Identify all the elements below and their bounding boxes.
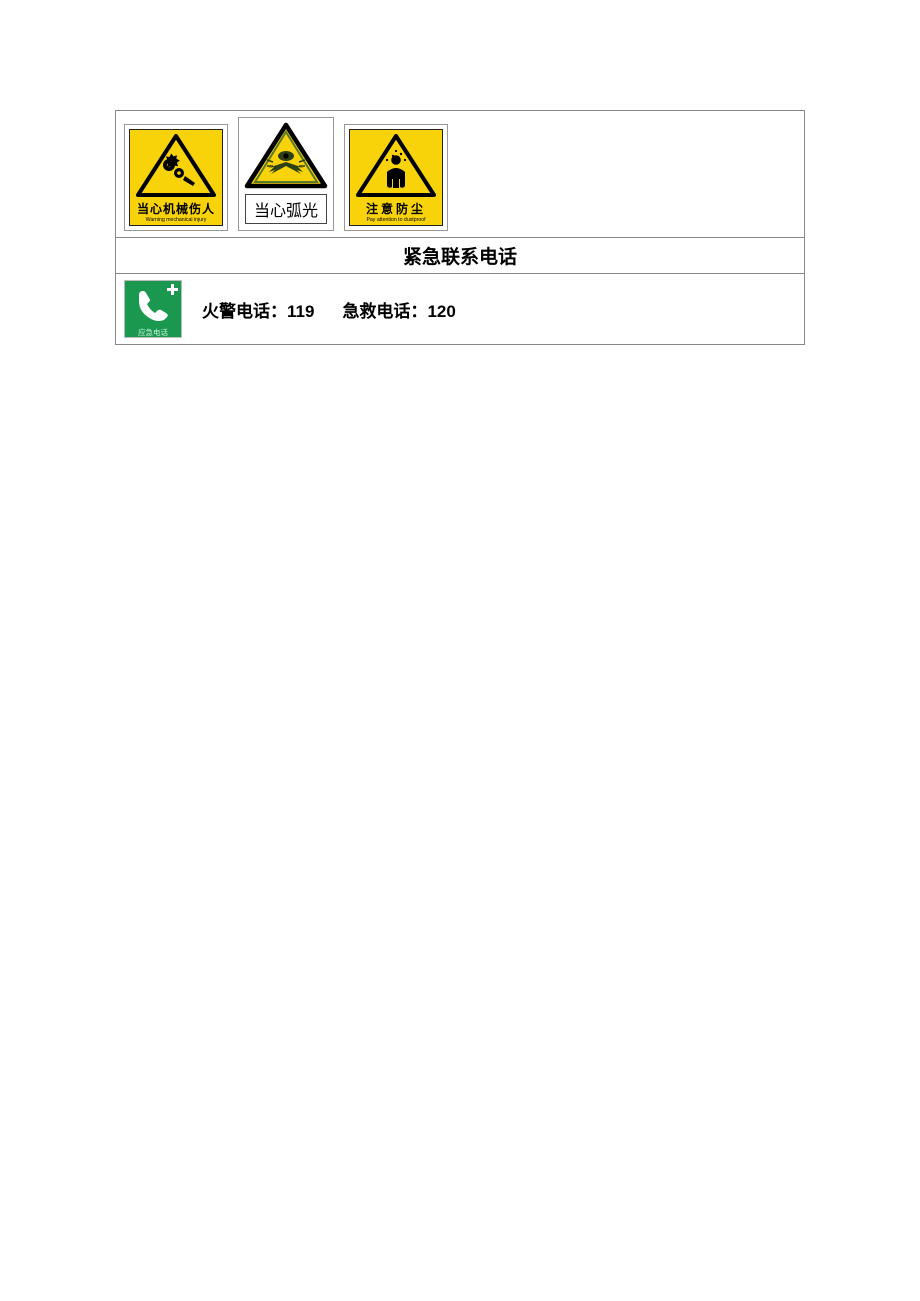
contact-inner: 应急电话 火警电话：119 急救电话：120	[124, 280, 796, 338]
emergency-contact-row: 应急电话 火警电话：119 急救电话：120	[116, 274, 805, 345]
section-header: 紧急联系电话	[116, 238, 805, 274]
phone-sign-label: 应急电话	[138, 329, 168, 337]
sign-title: 当心机械伤人	[137, 200, 215, 217]
signs-container: 当心机械伤人 Warning mechanical injury	[124, 117, 796, 231]
warning-triangle-icon	[135, 134, 217, 198]
sign-subtitle: Pay attention to dustproof	[366, 218, 425, 223]
aid-phone-label: 急救电话：	[342, 302, 427, 321]
sign-dustproof: 注意防尘 Pay attention to dustproof	[344, 124, 448, 231]
warning-triangle-icon	[243, 122, 329, 190]
sign-subtitle: Warning mechanical injury	[146, 218, 207, 223]
sign-title: 当心弧光	[245, 194, 327, 224]
warning-triangle-icon	[355, 134, 437, 198]
sign-title: 注意防尘	[366, 200, 426, 217]
yellow-panel-mechanical: 当心机械伤人 Warning mechanical injury	[129, 129, 223, 226]
medical-cross-icon	[167, 284, 178, 295]
section-header-row: 紧急联系电话	[116, 238, 805, 274]
fire-phone-label: 火警电话：	[202, 302, 287, 321]
yellow-panel-dust: 注意防尘 Pay attention to dustproof	[349, 129, 443, 226]
sign-mechanical-injury: 当心机械伤人 Warning mechanical injury	[124, 124, 228, 231]
sign-arc-light: 当心弧光	[238, 117, 334, 231]
aid-phone-number: 120	[427, 302, 455, 321]
safety-info-table: 当心机械伤人 Warning mechanical injury	[115, 110, 805, 345]
emergency-phone-sign: 应急电话	[124, 280, 182, 338]
fire-phone-number: 119	[287, 302, 314, 321]
emergency-numbers-text: 火警电话：119 急救电话：120	[202, 297, 456, 322]
warning-signs-row: 当心机械伤人 Warning mechanical injury	[116, 111, 805, 238]
